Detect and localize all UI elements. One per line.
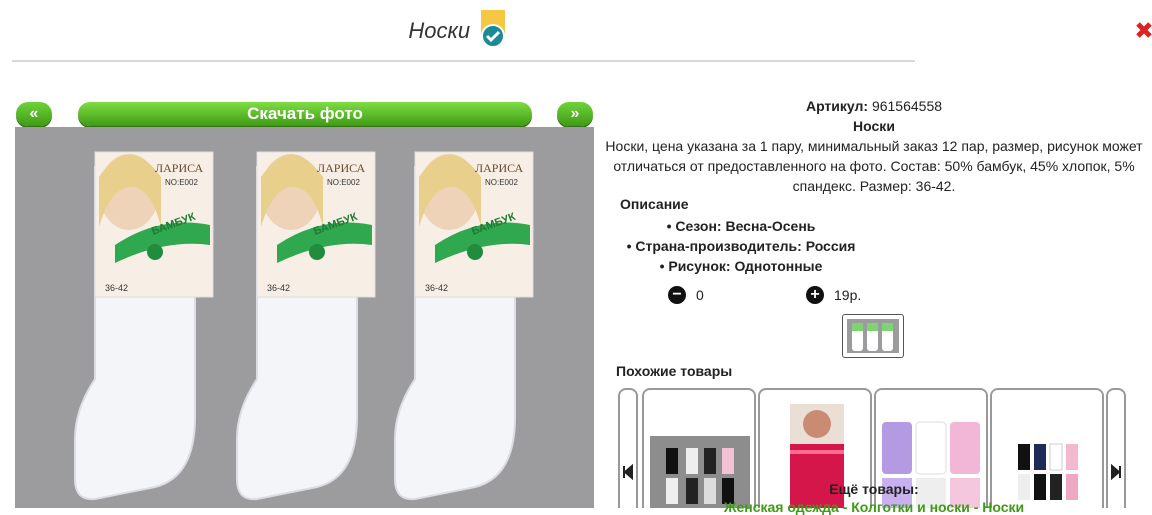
- ribbon-knot: [309, 244, 325, 260]
- sku-line: Артикул: 961564558: [596, 96, 1152, 116]
- price-value: 19р.: [834, 287, 862, 303]
- product-info: Артикул: 961564558 Носки Носки, цена ука…: [596, 96, 1152, 196]
- prev-photo-button[interactable]: «: [16, 102, 52, 126]
- property-pattern: Рисунок: Однотонные: [596, 256, 886, 276]
- model-text: NO:E002: [327, 178, 360, 187]
- ribbon-knot: [467, 244, 483, 260]
- quantity-value: 0: [696, 287, 704, 303]
- brand-text: ЛАРИСА: [155, 161, 204, 175]
- sku-value: 961564558: [871, 98, 943, 114]
- properties-list: Сезон: Весна-Осень Страна-производитель:…: [596, 216, 886, 276]
- model-text: NO:E002: [485, 178, 518, 187]
- header: Носки: [0, 10, 915, 62]
- quantity-stepper: − 0: [668, 286, 704, 304]
- size-text: 36-42: [425, 283, 448, 293]
- product-description: Носки, цена указана за 1 пару, минимальн…: [605, 138, 1143, 194]
- socks-image: ЛАРИСАNO:E002БАМБУК36-42ЛАРИСАNO:E002БАМ…: [74, 151, 534, 501]
- minus-icon[interactable]: −: [668, 286, 686, 304]
- similar-heading: Похожие товары: [616, 363, 733, 379]
- ribbon-knot: [147, 244, 163, 260]
- property-country: Страна-производитель: Россия: [596, 236, 886, 256]
- more-products-label: Ещё товары:: [829, 481, 919, 497]
- brand-text: ЛАРИСА: [317, 161, 366, 175]
- sock-3: ЛАРИСАNO:E002БАМБУК36-42: [394, 151, 534, 501]
- verified-badge-icon: [479, 10, 507, 48]
- product-photo[interactable]: ЛАРИСА NO:E002 БАМБУК 36-42 ЛАРИСА NO:E002 БАМ…: [15, 127, 594, 508]
- sock-2: ЛАРИСАNO:E002БАМБУК36-42: [236, 151, 376, 501]
- next-photo-button[interactable]: »: [557, 102, 593, 126]
- price-block: + 19р.: [806, 286, 861, 304]
- category-breadcrumbs[interactable]: Женская одежда - Колготки и носки - Носк…: [596, 499, 1152, 515]
- size-text: 36-42: [105, 283, 128, 293]
- sku-label: Артикул:: [805, 98, 869, 114]
- thumbnail-image: [847, 319, 899, 353]
- sock-1: ЛАРИСАNO:E002БАМБУК36-42: [74, 151, 214, 501]
- download-photo-button[interactable]: Скачать фото: [78, 102, 532, 126]
- title-divider: [12, 60, 915, 62]
- brand-text: ЛАРИСА: [475, 161, 524, 175]
- page-title: Носки: [408, 18, 471, 43]
- model-text: NO:E002: [165, 178, 198, 187]
- property-season: Сезон: Весна-Осень: [596, 216, 886, 236]
- plus-icon[interactable]: +: [806, 286, 824, 304]
- close-icon[interactable]: [1136, 18, 1152, 48]
- size-text: 36-42: [267, 283, 290, 293]
- description-heading: Описание: [620, 196, 689, 212]
- photo-thumbnail[interactable]: [842, 314, 904, 358]
- product-name: Носки: [853, 118, 895, 134]
